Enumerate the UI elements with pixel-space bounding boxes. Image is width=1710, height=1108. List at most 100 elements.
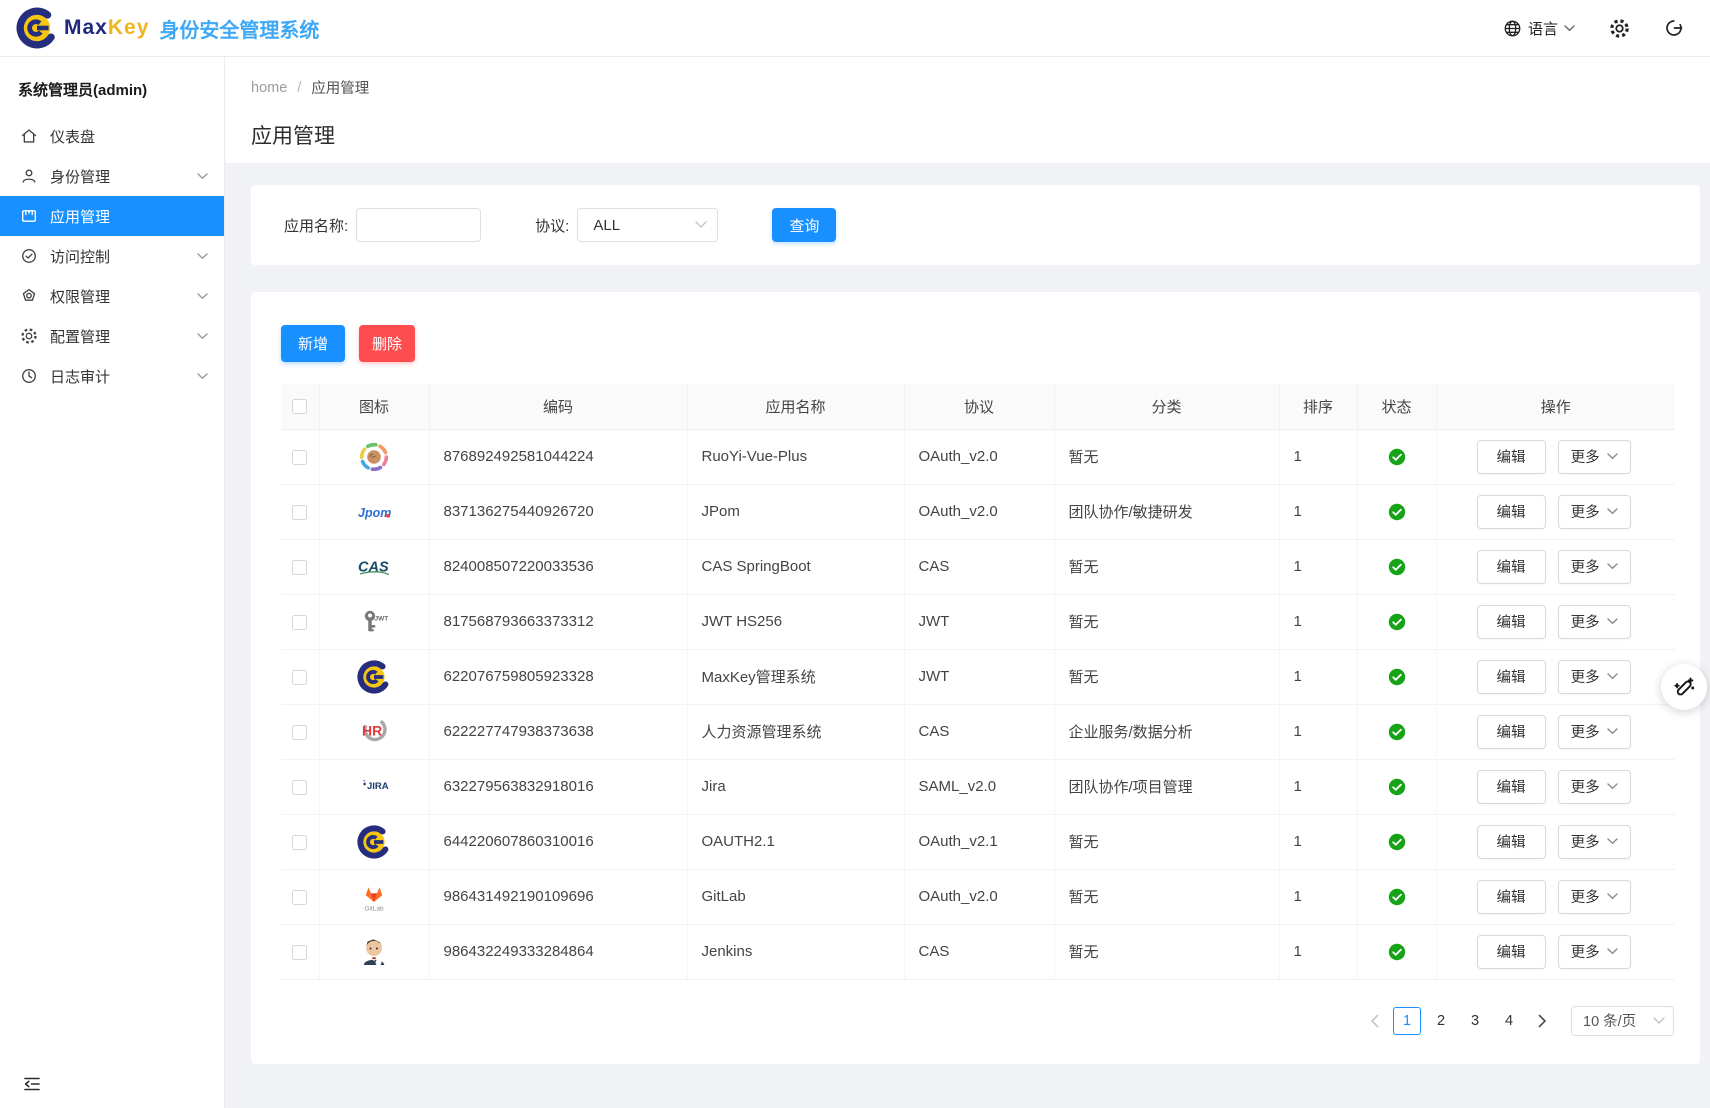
more-button[interactable]: 更多	[1558, 715, 1631, 749]
edit-button[interactable]: 编辑	[1477, 495, 1546, 529]
edit-button[interactable]: 编辑	[1477, 715, 1546, 749]
edit-button[interactable]: 编辑	[1477, 935, 1546, 969]
row-checkbox[interactable]	[292, 615, 307, 630]
app-name: Jira	[687, 759, 904, 814]
more-button[interactable]: 更多	[1558, 440, 1631, 474]
brand-name-primary: Max	[64, 16, 108, 40]
table-row: CAS 824008507220033536 CAS SpringBoot CA…	[281, 539, 1675, 594]
app-code: 817568793663373312	[429, 594, 687, 649]
more-button[interactable]: 更多	[1558, 935, 1631, 969]
row-checkbox[interactable]	[292, 725, 307, 740]
page-size-select[interactable]: 10 条/页	[1571, 1006, 1674, 1036]
breadcrumb-home-link[interactable]: home	[251, 80, 287, 96]
filter-card: 应用名称: 协议: ALL 查询	[251, 185, 1700, 265]
language-label: 语言	[1528, 18, 1558, 39]
row-checkbox[interactable]	[292, 450, 307, 465]
edit-button[interactable]: 编辑	[1477, 440, 1546, 474]
edit-button[interactable]: 编辑	[1477, 660, 1546, 694]
row-checkbox[interactable]	[292, 670, 307, 685]
app-sort: 1	[1279, 649, 1357, 704]
prev-page-button[interactable]	[1361, 1007, 1387, 1035]
assistant-fab-button[interactable]	[1661, 664, 1707, 710]
page-button[interactable]: 2	[1427, 1007, 1455, 1035]
protocol-selected-value: ALL	[593, 217, 620, 234]
sidebar-item-identity[interactable]: 身份管理	[0, 156, 224, 196]
sidebar-item-access[interactable]: 访问控制	[0, 236, 224, 276]
chevron-right-icon	[1538, 1014, 1547, 1028]
protocol-select[interactable]: ALL	[577, 208, 718, 242]
edit-button[interactable]: 编辑	[1477, 880, 1546, 914]
app-sort: 1	[1279, 924, 1357, 979]
sidebar-item-label: 应用管理	[50, 206, 208, 227]
logout-icon	[1664, 18, 1684, 38]
select-all-checkbox[interactable]	[292, 399, 307, 414]
more-button[interactable]: 更多	[1558, 880, 1631, 914]
sidebar-item-label: 身份管理	[50, 166, 185, 187]
app-name: MaxKey管理系统	[687, 649, 904, 704]
more-button[interactable]: 更多	[1558, 825, 1631, 859]
row-checkbox[interactable]	[292, 835, 307, 850]
more-button[interactable]: 更多	[1558, 605, 1631, 639]
edit-button[interactable]: 编辑	[1477, 770, 1546, 804]
status-enabled-icon	[1388, 888, 1406, 906]
more-button[interactable]: 更多	[1558, 660, 1631, 694]
app-name: JWT HS256	[687, 594, 904, 649]
permission-icon	[20, 287, 38, 305]
search-button[interactable]: 查询	[772, 208, 836, 242]
row-checkbox[interactable]	[292, 780, 307, 795]
edit-button[interactable]: 编辑	[1477, 605, 1546, 639]
row-checkbox[interactable]	[292, 560, 307, 575]
more-button[interactable]: 更多	[1558, 495, 1631, 529]
jira-icon: JIRA	[357, 770, 391, 804]
table-row: 644220607860310016 OAUTH2.1 OAuth_v2.1 暂…	[281, 814, 1675, 869]
sidebar-item-dashboard[interactable]: 仪表盘	[0, 116, 224, 156]
sidebar-item-audit[interactable]: 日志审计	[0, 356, 224, 396]
more-button[interactable]: 更多	[1558, 550, 1631, 584]
toolbar: 新增 删除	[281, 325, 1674, 362]
edit-button[interactable]: 编辑	[1477, 825, 1546, 859]
row-checkbox[interactable]	[292, 945, 307, 960]
status-enabled-icon	[1388, 558, 1406, 576]
app-code: 622227747938373638	[429, 704, 687, 759]
column-header-protocol: 协议	[904, 384, 1054, 429]
table-row: 986432249333284864 Jenkins CAS 暂无 1 编辑 更…	[281, 924, 1675, 979]
page-button[interactable]: 1	[1393, 1007, 1421, 1035]
chevron-left-icon	[1370, 1014, 1379, 1028]
maxkey-icon	[357, 660, 391, 694]
more-button[interactable]: 更多	[1558, 770, 1631, 804]
sidebar-item-apps[interactable]: 应用管理	[0, 196, 224, 236]
app-name-input[interactable]	[356, 208, 481, 242]
row-checkbox[interactable]	[292, 890, 307, 905]
app-protocol: OAuth_v2.0	[904, 429, 1054, 484]
next-page-button[interactable]	[1529, 1007, 1555, 1035]
page-head: home / 应用管理 应用管理	[225, 57, 1710, 163]
page-button[interactable]: 4	[1495, 1007, 1523, 1035]
chevron-down-icon	[1607, 838, 1618, 845]
add-button[interactable]: 新增	[281, 325, 345, 362]
app-sort: 1	[1279, 539, 1357, 594]
app-code: 622076759805923328	[429, 649, 687, 704]
app-sort: 1	[1279, 429, 1357, 484]
chevron-down-icon	[197, 253, 208, 260]
app-code: 824008507220033536	[429, 539, 687, 594]
sidebar-item-permissions[interactable]: 权限管理	[0, 276, 224, 316]
sidebar-item-config[interactable]: 配置管理	[0, 316, 224, 356]
app-name: Jenkins	[687, 924, 904, 979]
sidebar-item-label: 配置管理	[50, 326, 185, 347]
page-button[interactable]: 3	[1461, 1007, 1489, 1035]
table-card: 新增 删除 图标 编码 应用名称	[251, 292, 1700, 1064]
app-sort: 1	[1279, 759, 1357, 814]
settings-button[interactable]	[1609, 18, 1630, 39]
language-selector[interactable]: 语言	[1503, 18, 1575, 39]
sidebar-item-label: 仪表盘	[50, 126, 208, 147]
app-sort: 1	[1279, 704, 1357, 759]
logout-button[interactable]	[1664, 18, 1684, 38]
chevron-down-icon	[1607, 948, 1618, 955]
app-name-label: 应用名称:	[284, 215, 348, 236]
sidebar-item-label: 权限管理	[50, 286, 185, 307]
row-checkbox[interactable]	[292, 505, 307, 520]
edit-button[interactable]: 编辑	[1477, 550, 1546, 584]
column-header-actions: 操作	[1436, 384, 1675, 429]
collapse-sidebar-button[interactable]	[22, 1074, 42, 1094]
delete-button[interactable]: 删除	[359, 325, 415, 362]
